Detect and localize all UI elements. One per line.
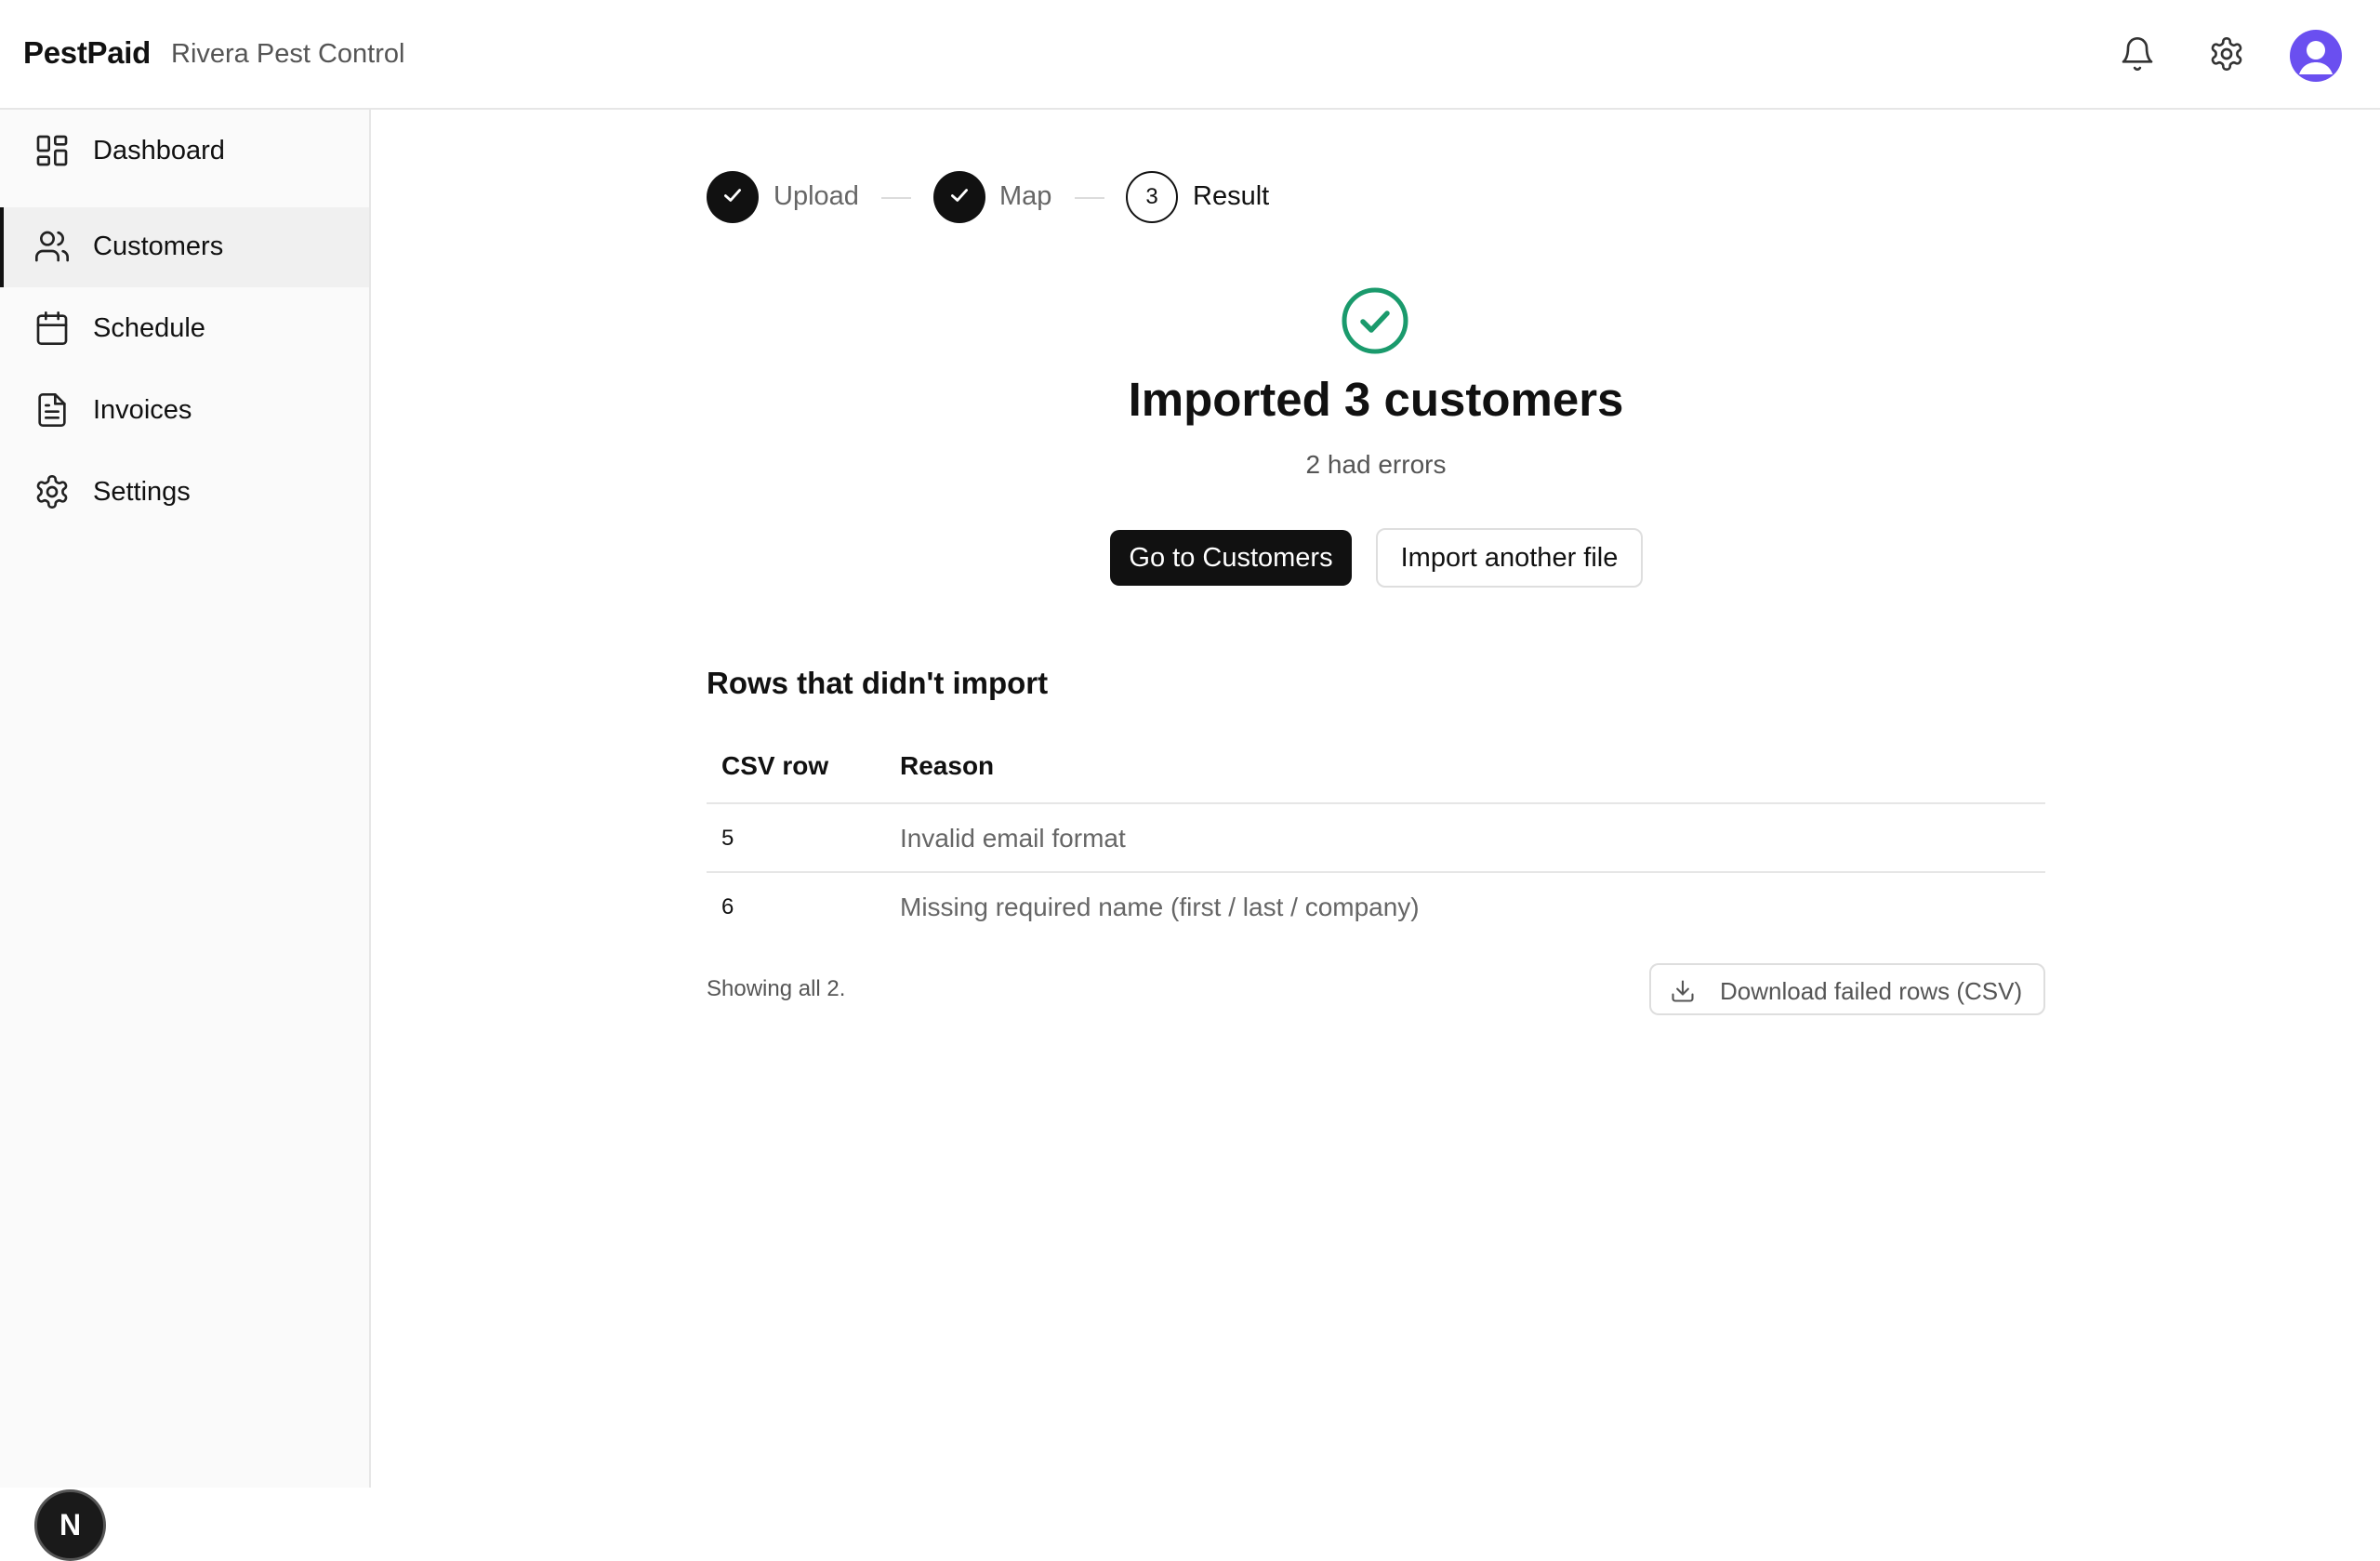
result-title: Imported 3 customers (1128, 373, 1624, 426)
users-icon (33, 228, 71, 265)
top-bar: PestPaid Rivera Pest Control (0, 0, 2380, 110)
sidebar-item-settings[interactable]: Settings (0, 453, 369, 533)
brand-logo-text[interactable]: PestPaid (23, 35, 151, 71)
cell-csv-row: 5 (721, 826, 734, 851)
sidebar-item-schedule[interactable]: Schedule (0, 289, 369, 369)
step-upload-label: Upload (774, 181, 859, 211)
gear-icon (33, 473, 71, 510)
sidebar-item-dashboard[interactable]: Dashboard (0, 112, 369, 192)
column-header-csv-row: CSV row (721, 751, 829, 780)
sidebar-item-invoices[interactable]: Invoices (0, 371, 369, 451)
dev-tools-badge[interactable]: N (34, 1489, 106, 1561)
step-map-label: Map (999, 181, 1052, 211)
cell-csv-row: 6 (721, 894, 734, 919)
sidebar-item-customers[interactable]: Customers (0, 207, 369, 287)
sidebar-item-label: Dashboard (93, 136, 225, 165)
document-icon (33, 391, 71, 429)
table-header-divider (707, 802, 2045, 804)
sidebar-item-label: Schedule (93, 313, 205, 343)
user-avatar-icon[interactable] (2290, 30, 2342, 82)
calendar-icon (33, 310, 71, 347)
check-icon (947, 183, 972, 212)
failed-rows-title: Rows that didn't import (707, 666, 1049, 700)
download-icon (1670, 978, 1696, 1004)
sidebar-item-label: Invoices (93, 395, 192, 425)
step-result-indicator: 3 (1126, 171, 1178, 223)
sidebar: Dashboard Customers Schedule Invoices Se… (0, 110, 371, 1561)
success-check-circle-icon (1341, 286, 1409, 355)
table-row-divider (707, 871, 2045, 873)
organization-name: Rivera Pest Control (171, 39, 405, 69)
step-map-indicator (933, 171, 985, 223)
sidebar-item-label: Customers (93, 232, 224, 261)
step-divider (1075, 197, 1104, 199)
download-failed-rows-button[interactable]: Download failed rows (CSV) (1649, 963, 2045, 1015)
check-icon (721, 183, 745, 212)
result-subtitle: 2 had errors (1305, 450, 1447, 479)
column-header-reason: Reason (900, 751, 995, 780)
sidebar-item-label: Settings (93, 477, 191, 507)
download-button-label: Download failed rows (CSV) (1720, 977, 2023, 1005)
step-upload-indicator (707, 171, 759, 223)
go-to-customers-button[interactable]: Go to Customers (1110, 530, 1352, 586)
import-another-file-button[interactable]: Import another file (1376, 528, 1643, 588)
rows-count-text: Showing all 2. (707, 976, 846, 1001)
dashboard-grid-icon (33, 132, 71, 169)
step-divider (881, 197, 911, 199)
gear-icon[interactable] (2201, 28, 2253, 80)
step-result-label: Result (1193, 181, 1270, 211)
cell-reason: Missing required name (first / last / co… (900, 893, 1420, 921)
cell-reason: Invalid email format (900, 824, 1126, 853)
bell-icon[interactable] (2111, 28, 2163, 80)
